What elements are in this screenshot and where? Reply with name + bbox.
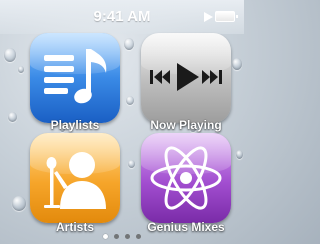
app-label-now-playing: Now Playing: [150, 118, 222, 132]
app-label-genius-mixes: Genius Mixes: [147, 220, 225, 234]
battery-icon: [215, 11, 238, 22]
water-drop: [18, 66, 24, 73]
water-drop: [124, 38, 134, 50]
music-note-list-icon: [44, 49, 107, 104]
page-dot[interactable]: [114, 234, 119, 239]
water-drop: [236, 150, 243, 159]
app-label-artists: Artists: [55, 220, 94, 234]
play-icon: [204, 12, 213, 22]
app-label-playlists: Playlists: [50, 118, 100, 132]
water-drop: [12, 196, 26, 211]
page-indicator[interactable]: [0, 234, 244, 239]
status-bar: 9:41 AM: [0, 0, 244, 34]
app-now-playing[interactable]: [141, 33, 231, 123]
water-drop: [126, 96, 134, 105]
artist-microphone-icon: [44, 152, 106, 209]
water-drop: [128, 160, 135, 168]
app-playlists[interactable]: [30, 33, 120, 123]
water-drop: [232, 58, 242, 70]
media-controls-icon: [150, 63, 222, 91]
atom-icon: [150, 146, 222, 210]
page-dot[interactable]: [136, 234, 141, 239]
water-drop: [4, 48, 16, 62]
app-genius-mixes[interactable]: [141, 133, 231, 223]
page-dot[interactable]: [125, 234, 130, 239]
page-dot-active[interactable]: [103, 234, 108, 239]
app-artists[interactable]: [30, 133, 120, 223]
